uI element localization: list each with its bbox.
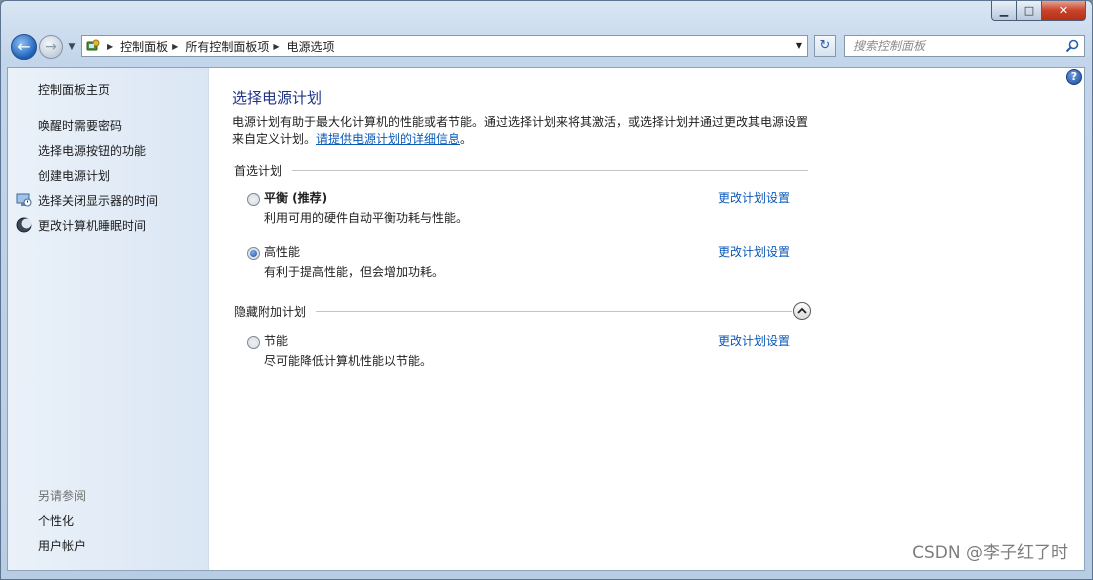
sidebar-link-sleep-time[interactable]: 更改计算机睡眠时间 (38, 217, 146, 234)
group-divider (292, 169, 808, 171)
breadcrumb-all-items[interactable]: 所有控制面板项 (185, 38, 269, 55)
power-plan-details-link[interactable]: 请提供电源计划的详细信息 (316, 132, 460, 146)
change-plan-settings-power-saver-link[interactable]: 更改计划设置 (718, 332, 790, 349)
minimize-button[interactable]: ▁ (991, 1, 1017, 21)
moon-icon (16, 217, 32, 233)
search-box[interactable] (844, 35, 1085, 57)
see-also-heading: 另请参阅 (38, 489, 87, 503)
address-history-dropdown[interactable]: ▼ (791, 36, 807, 56)
sidebar-link-display-off-time[interactable]: 选择关闭显示器的时间 (38, 192, 158, 209)
plan-high-performance-desc: 有利于提高性能，但会增加功耗。 (264, 265, 445, 279)
close-button[interactable]: ✕ (1042, 1, 1086, 21)
plan-power-saver-desc: 尽可能降低计算机性能以节能。 (264, 354, 433, 368)
page-description: 电源计划有助于最大化计算机的性能或者节能。通过选择计划来将其激活，或选择计划并通… (232, 114, 814, 148)
forward-button[interactable]: → (39, 35, 63, 59)
plan-balanced-name[interactable]: 平衡 (推荐) (264, 189, 327, 206)
sidebar-link-user-accounts[interactable]: 用户帐户 (38, 537, 86, 554)
plan-balanced-desc: 利用可用的硬件自动平衡功耗与性能。 (264, 211, 469, 225)
group-divider (316, 310, 792, 312)
change-plan-settings-balanced-link[interactable]: 更改计划设置 (718, 189, 790, 206)
breadcrumb-separator-icon: ▶ (273, 41, 280, 51)
breadcrumb-separator-icon: ▶ (172, 41, 179, 51)
watermark: CSDN @李子红了时 (912, 543, 1068, 563)
navigation-bar: ← → ▼ ▶ 控制面板 ▶ 所有控制面板项 ▶ 电源选项 ▼ ↻ (9, 31, 1085, 61)
task-sidebar: 控制面板主页 唤醒时需要密码 选择电源按钮的功能 创建电源计划 选择关闭显示器的… (8, 68, 209, 570)
content-area: 控制面板主页 唤醒时需要密码 选择电源按钮的功能 创建电源计划 选择关闭显示器的… (7, 67, 1085, 571)
collapse-chevron-up-icon[interactable] (793, 302, 811, 320)
explorer-window: ▁ □ ✕ ← → ▼ ▶ 控制面板 ▶ 所有控制面板项 ▶ 电源选项 ▼ ↻ (0, 0, 1093, 580)
plan-high-performance-name[interactable]: 高性能 (264, 243, 300, 260)
refresh-button[interactable]: ↻ (814, 35, 836, 57)
monitor-clock-icon (16, 192, 32, 208)
sidebar-link-create-plan[interactable]: 创建电源计划 (38, 167, 110, 184)
breadcrumb-control-panel[interactable]: 控制面板 (120, 38, 168, 55)
address-bar[interactable]: ▶ 控制面板 ▶ 所有控制面板项 ▶ 电源选项 ▼ (81, 35, 808, 57)
sidebar-link-power-button[interactable]: 选择电源按钮的功能 (38, 142, 146, 159)
hidden-plans-header[interactable]: 隐藏附加计划 (232, 303, 792, 319)
breadcrumb-power-options[interactable]: 电源选项 (287, 38, 335, 55)
plan-power-saver-radio[interactable] (247, 336, 260, 349)
description-end: 。 (460, 132, 473, 146)
plan-high-performance-radio[interactable] (247, 247, 260, 260)
maximize-button[interactable]: □ (1017, 1, 1042, 21)
hidden-plans-label[interactable]: 隐藏附加计划 (232, 303, 316, 320)
preferred-plans-header: 首选计划 (232, 162, 808, 178)
search-icon[interactable] (1064, 38, 1080, 54)
recent-pages-button[interactable]: ▼ (66, 39, 78, 55)
back-button[interactable]: ← (11, 34, 37, 60)
sidebar-link-control-panel-home[interactable]: 控制面板主页 (38, 81, 110, 98)
sidebar-link-wake-password[interactable]: 唤醒时需要密码 (38, 117, 122, 134)
change-plan-settings-high-performance-link[interactable]: 更改计划设置 (718, 243, 790, 260)
sidebar-link-personalization[interactable]: 个性化 (38, 512, 74, 529)
control-panel-icon (83, 36, 103, 56)
main-panel: 选择电源计划 电源计划有助于最大化计算机的性能或者节能。通过选择计划来将其激活，… (232, 68, 1084, 570)
page-title: 选择电源计划 (232, 89, 323, 107)
caption-buttons: ▁ □ ✕ (991, 1, 1086, 22)
preferred-plans-label: 首选计划 (234, 163, 283, 178)
breadcrumb-separator-icon: ▶ (107, 41, 114, 51)
plan-power-saver-name[interactable]: 节能 (264, 332, 288, 349)
search-input[interactable] (853, 39, 1053, 53)
plan-balanced-radio[interactable] (247, 193, 260, 206)
